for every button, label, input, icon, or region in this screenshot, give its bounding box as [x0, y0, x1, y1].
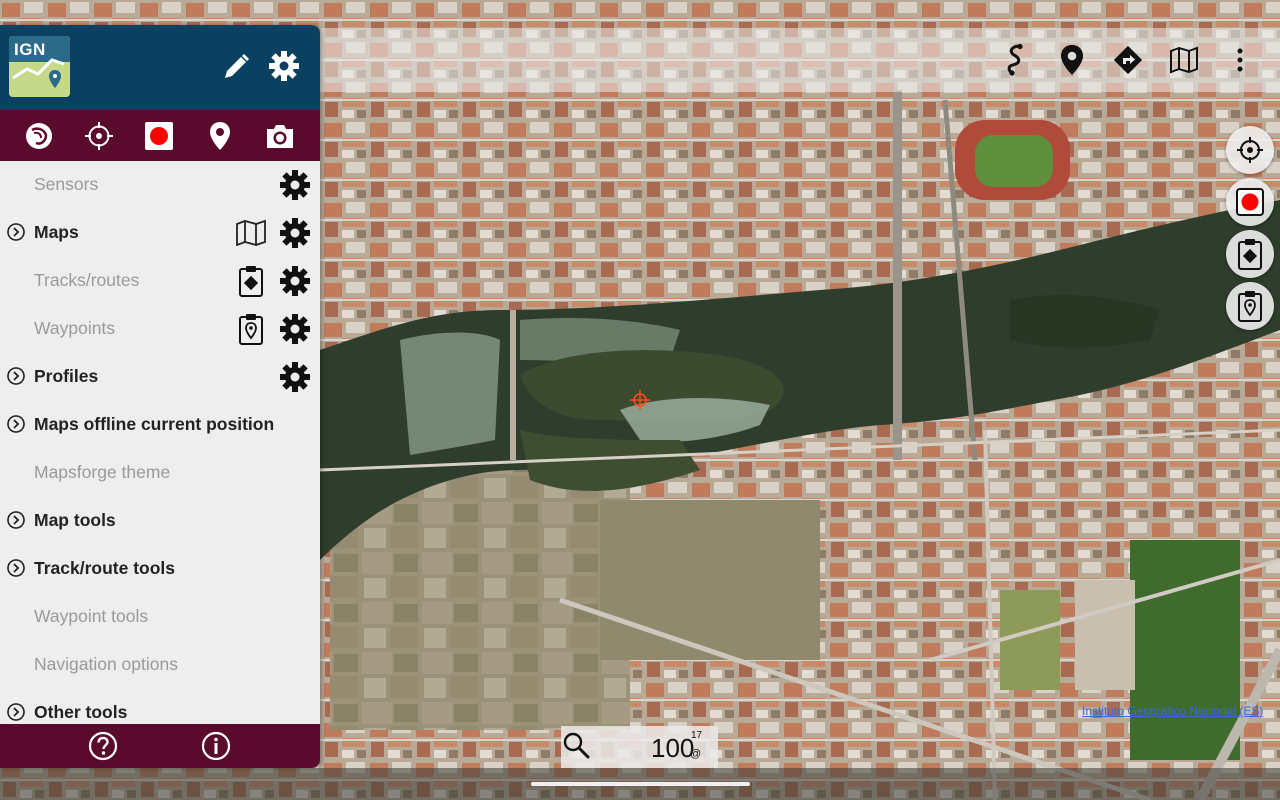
gear-icon[interactable]: [278, 264, 312, 298]
route-icon[interactable]: [1000, 42, 1032, 78]
info-icon[interactable]: [201, 731, 231, 761]
gear-icon[interactable]: [278, 360, 312, 394]
menu-item-sensors[interactable]: Sensors: [0, 161, 320, 209]
menu-item-label: Profiles: [34, 366, 99, 386]
menu-item-maps[interactable]: Maps: [0, 209, 320, 257]
clipboard-route-icon: [1238, 239, 1262, 270]
clipboard-route-icon[interactable]: [234, 264, 268, 298]
drawer-header: IGN: [0, 25, 320, 110]
gesture-handle[interactable]: [531, 782, 750, 786]
camera-icon[interactable]: [263, 119, 297, 153]
compass-icon[interactable]: [22, 119, 56, 153]
drawer-footer: [0, 724, 320, 768]
menu-item-label: Sensors: [34, 174, 99, 194]
clipboard-pin-icon: [1238, 291, 1262, 322]
gear-icon[interactable]: [267, 49, 301, 83]
menu-item-label: Navigation options: [34, 654, 178, 674]
map-icon[interactable]: [1168, 42, 1200, 78]
app-logo[interactable]: IGN: [9, 36, 70, 97]
menu-item-tracks-routes[interactable]: Tracks/routes: [0, 257, 320, 305]
zoom-unit: @: [690, 748, 702, 760]
crosshair-icon: [1237, 137, 1263, 163]
waypoint-pin-icon[interactable]: [203, 119, 237, 153]
logo-text: IGN: [14, 40, 46, 59]
crosshair-icon[interactable]: [82, 119, 116, 153]
waypoint-clipboard-button[interactable]: [1226, 282, 1274, 330]
chevron-right-icon: [7, 511, 25, 529]
more-vert-icon[interactable]: [1224, 42, 1256, 78]
record-icon[interactable]: [142, 119, 176, 153]
record-button[interactable]: [1226, 178, 1274, 226]
menu-item-waypoints[interactable]: Waypoints: [0, 305, 320, 353]
menu-item-profiles[interactable]: Profiles: [0, 353, 320, 401]
menu-item-waypoint-tools[interactable]: Waypoint tools: [0, 593, 320, 641]
menu-item-track-route-tools[interactable]: Track/route tools: [0, 545, 320, 593]
menu-item-label: Waypoint tools: [34, 606, 149, 626]
menu-item-label: Other tools: [34, 702, 128, 722]
help-icon[interactable]: [88, 731, 118, 761]
side-drawer: IGN Sensors Maps Tracks/routes Waypoints…: [0, 25, 320, 768]
menu-item-label: Tracks/routes: [34, 270, 140, 290]
center-location-button[interactable]: [1226, 126, 1274, 174]
menu-item-label: Map tools: [34, 510, 116, 530]
menu-item-label: Maps offline current position: [34, 414, 275, 434]
record-icon: [1236, 188, 1264, 216]
chevron-right-icon: [7, 559, 25, 577]
menu-item-label: Waypoints: [34, 318, 116, 338]
menu-item-label: Maps: [34, 222, 79, 242]
menu-item-navigation-options[interactable]: Navigation options: [0, 641, 320, 689]
search-icon[interactable]: [561, 730, 591, 760]
zoom-value: 100: [651, 733, 695, 763]
menu-item-label: Track/route tools: [34, 558, 176, 578]
drawer-menu: Sensors Maps Tracks/routes Waypoints Pro…: [0, 161, 320, 724]
chevron-right-icon: [7, 223, 25, 241]
menu-item-label: Mapsforge theme: [34, 462, 171, 482]
chevron-right-icon: [7, 703, 25, 721]
menu-item-other-tools[interactable]: Other tools: [0, 689, 320, 724]
map-attribution-link[interactable]: Instituto Geográfico Nacional (ES): [1082, 704, 1263, 718]
menu-item-map-tools[interactable]: Map tools: [0, 497, 320, 545]
zoom-level: 17: [691, 730, 703, 741]
quick-actions-bar: [0, 110, 320, 161]
menu-item-mapsforge-theme[interactable]: Mapsforge theme: [0, 449, 320, 497]
pencil-icon[interactable]: [220, 51, 252, 83]
gear-icon[interactable]: [278, 168, 312, 202]
location-pin-icon[interactable]: [1056, 42, 1088, 78]
navigate-diamond-icon[interactable]: [1112, 42, 1144, 78]
menu-item-maps-offline[interactable]: Maps offline current position: [0, 401, 320, 449]
gear-icon[interactable]: [278, 312, 312, 346]
chevron-right-icon: [7, 415, 25, 433]
track-clipboard-button[interactable]: [1226, 230, 1274, 278]
map-icon[interactable]: [234, 216, 268, 250]
clipboard-pin-icon[interactable]: [234, 312, 268, 346]
gear-icon[interactable]: [278, 216, 312, 250]
chevron-right-icon: [7, 367, 25, 385]
